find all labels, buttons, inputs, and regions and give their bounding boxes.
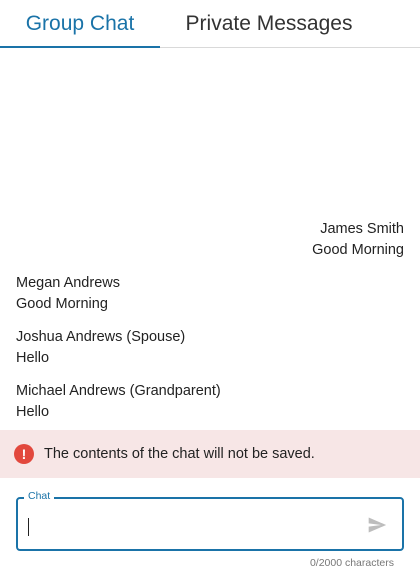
message-sender: James Smith — [320, 221, 404, 237]
message-text: Good Morning — [312, 242, 404, 258]
chat-input[interactable] — [26, 509, 350, 539]
message-sender: Megan Andrews — [16, 275, 120, 291]
message-text: Hello — [16, 404, 50, 420]
chat-label: Chat — [24, 490, 55, 502]
message-james-smith: James Smith Good Morning — [312, 219, 404, 261]
error-icon: ! — [14, 444, 34, 464]
warning-text: The contents of the chat will not be sav… — [44, 446, 315, 462]
tab-private-messages[interactable]: Private Messages — [162, 0, 376, 47]
send-icon[interactable] — [366, 515, 388, 535]
text-caret — [28, 518, 29, 536]
message-megan-andrews: Megan Andrews Good Morning — [16, 273, 120, 315]
message-sender: Joshua Andrews (Spouse) — [16, 329, 186, 345]
message-text: Good Morning — [16, 296, 108, 312]
chat-field[interactable]: Chat — [16, 490, 404, 551]
message-michael-andrews: Michael Andrews (Grandparent) Hello — [16, 381, 221, 423]
tab-bar: Group Chat Private Messages — [0, 0, 420, 48]
tab-group-chat[interactable]: Group Chat — [0, 0, 160, 48]
warning-banner: ! The contents of the chat will not be s… — [0, 430, 420, 478]
character-counter: 0/2000 characters — [309, 557, 394, 569]
message-joshua-andrews: Joshua Andrews (Spouse) Hello — [16, 327, 185, 369]
message-text: Hello — [16, 350, 50, 366]
message-sender: Michael Andrews (Grandparent) — [16, 383, 221, 399]
